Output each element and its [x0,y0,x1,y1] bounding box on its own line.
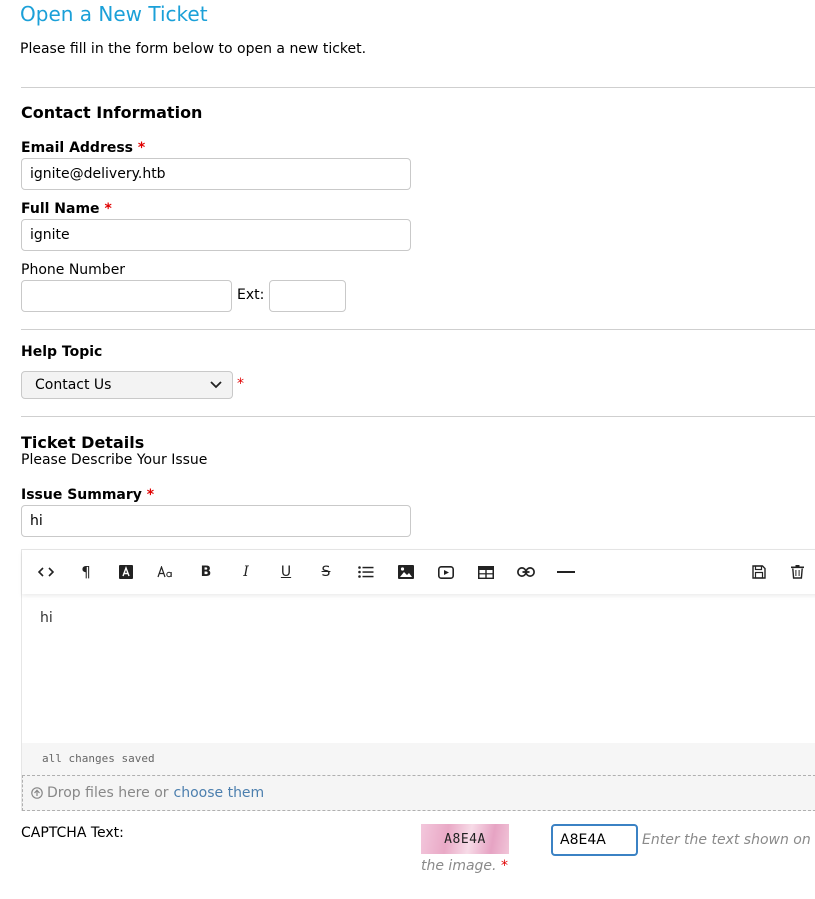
full-name-label: Full Name * [21,201,112,217]
bold-icon[interactable]: B [195,561,217,583]
save-draft-icon[interactable] [748,561,770,583]
font-size-icon[interactable] [155,561,177,583]
upload-circle-icon [31,787,43,799]
page-title: Open a New Ticket [20,2,208,26]
phone-label: Phone Number [21,262,126,278]
help-topic-select[interactable]: Contact Us [21,371,233,399]
required-marker: * [146,487,155,503]
editor-content[interactable]: hi [40,610,53,626]
chevron-down-icon [210,381,222,389]
autosave-status: all changes saved [42,752,155,765]
font-color-icon[interactable] [115,561,137,583]
code-view-icon[interactable] [35,561,57,583]
captcha-hint-line2: the image. * [421,858,508,874]
choose-files-link[interactable]: choose them [174,785,265,801]
italic-icon[interactable]: I [235,561,257,583]
message-editor: ¶ B I U S hi all changes saved Drop file… [21,549,815,811]
help-topic-value: Contact Us [35,377,112,393]
delete-draft-icon[interactable] [786,561,808,583]
issue-summary-label: Issue Summary * [21,487,155,503]
editor-status-bar: all changes saved [22,743,815,775]
divider [21,87,815,88]
ticket-section-title: Ticket Details [21,433,145,452]
email-field[interactable] [21,158,411,190]
video-icon[interactable] [435,561,457,583]
captcha-hint-line1: Enter the text shown on [642,832,811,848]
captcha-label: CAPTCHA Text: [21,825,124,841]
contact-section-title: Contact Information [21,103,203,122]
required-marker: * [137,140,146,156]
link-icon[interactable] [515,561,537,583]
required-marker: * [104,201,112,217]
help-topic-label: Help Topic [21,344,103,360]
paragraph-format-icon[interactable]: ¶ [75,561,97,583]
ticket-subtitle: Please Describe Your Issue [21,452,208,468]
required-marker: * [500,858,508,874]
phone-field[interactable] [21,280,232,312]
table-icon[interactable] [475,561,497,583]
image-icon[interactable] [395,561,417,583]
issue-summary-field[interactable] [21,505,411,537]
divider [21,416,815,417]
captcha-input[interactable] [551,824,638,856]
dropzone-text: Drop files here or [47,785,169,801]
page-intro: Please fill in the form below to open a … [20,41,367,57]
horizontal-rule-icon[interactable] [555,561,577,583]
full-name-field[interactable] [21,219,411,251]
bullet-list-icon[interactable] [355,561,377,583]
required-marker: * [237,376,244,392]
divider [21,329,815,330]
strikethrough-icon[interactable]: S [315,561,337,583]
captcha-image: A8E4A [421,824,509,854]
underline-icon[interactable]: U [275,561,297,583]
email-label: Email Address * [21,140,146,156]
ext-field[interactable] [269,280,346,312]
file-dropzone[interactable]: Drop files here or choose them [22,775,815,811]
editor-toolbar: ¶ B I U S [22,550,815,594]
ext-label: Ext: [237,287,265,303]
